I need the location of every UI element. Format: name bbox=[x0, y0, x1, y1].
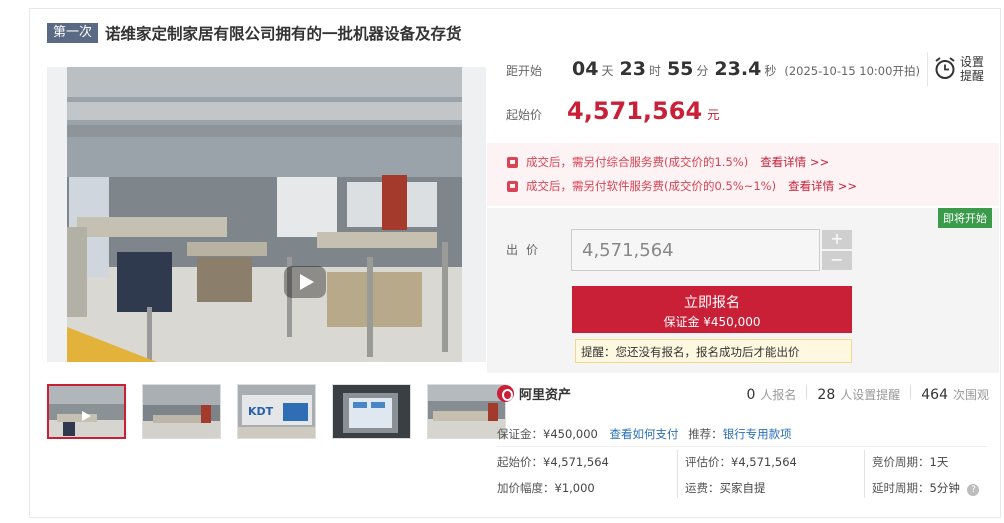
fee-line-service: 成交后，需另付综合服务费(成交价的1.5%) 查看详情 >> bbox=[507, 154, 829, 170]
signup-count: 0 bbox=[746, 387, 756, 403]
increase-bid-button[interactable]: + bbox=[822, 230, 852, 249]
countdown-label: 距开始 bbox=[506, 64, 543, 78]
reminder-count: 28 bbox=[817, 387, 836, 403]
fee-icon bbox=[507, 180, 518, 192]
countdown-days: 04 bbox=[572, 58, 599, 80]
reminder-count-label: 人设置提醒 bbox=[840, 388, 901, 402]
how-to-pay-link[interactable]: 查看如何支付 bbox=[610, 427, 679, 441]
bank-account-link[interactable]: 银行专用款项 bbox=[723, 427, 792, 441]
divider bbox=[806, 385, 808, 399]
recommend-key: 推荐： bbox=[688, 427, 723, 441]
play-video-button[interactable] bbox=[284, 266, 326, 298]
platform-brand: 阿里资产 bbox=[497, 384, 571, 403]
delay-key: 延时周期： bbox=[872, 481, 930, 495]
reminder-label-2: 提醒 bbox=[960, 69, 985, 83]
start-price: 起始价 4,571,564 元 bbox=[506, 97, 720, 125]
countdown-seconds-unit: 秒 bbox=[764, 64, 777, 78]
thumbnail-4[interactable] bbox=[332, 384, 411, 439]
start-price-label: 起始价 bbox=[506, 108, 543, 122]
reminder-label-1: 设置 bbox=[960, 55, 985, 69]
cycle-info: 竞价周期：1天 bbox=[872, 454, 948, 470]
countdown-hours: 23 bbox=[619, 58, 646, 80]
view-count-label: 次围观 bbox=[952, 388, 989, 402]
start-price-val: ¥4,571,564 bbox=[543, 455, 609, 469]
auction-stats: 0 人报名 28 人设置提醒 464 次围观 bbox=[746, 385, 989, 403]
shipping-val: 买家自提 bbox=[719, 481, 766, 495]
title-row: 第一次 诺维家定制家居有限公司拥有的一批机器设备及存货 bbox=[47, 22, 462, 44]
page-title: 诺维家定制家居有限公司拥有的一批机器设备及存货 bbox=[105, 25, 462, 43]
fee-text: 成交后，需另付综合服务费(成交价的1.5%) bbox=[526, 155, 749, 169]
bid-amount-input[interactable] bbox=[571, 229, 820, 271]
signup-button[interactable]: 立即报名 保证金 ¥450,000 bbox=[572, 286, 852, 333]
start-price-key: 起始价： bbox=[497, 455, 543, 469]
countdown: 距开始 04 天 23 时 55 分 23.4 秒 (2025-10-15 10… bbox=[506, 58, 920, 80]
divider bbox=[864, 450, 865, 498]
start-price-info: 起始价：¥4,571,564 bbox=[497, 454, 609, 470]
thumbnail-3[interactable]: KDT bbox=[237, 384, 316, 439]
appraisal-info: 评估价：¥4,571,564 bbox=[685, 454, 797, 470]
fee-text: 成交后，需另付软件服务费(成交价的0.5%~1%) bbox=[526, 179, 777, 193]
deposit-key: 保证金： bbox=[497, 427, 543, 441]
countdown-seconds: 23.4 bbox=[714, 58, 762, 80]
deposit-value: ¥450,000 bbox=[543, 427, 598, 441]
appraisal-key: 评估价： bbox=[685, 455, 731, 469]
countdown-hours-unit: 时 bbox=[648, 64, 661, 78]
signup-label: 立即报名 bbox=[684, 295, 740, 311]
divider bbox=[910, 385, 912, 399]
shipping-info: 运费：买家自提 bbox=[685, 480, 766, 496]
fee-notice: 成交后，需另付综合服务费(成交价的1.5%) 查看详情 >> 成交后，需另付软件… bbox=[487, 143, 999, 206]
signup-tip: 提醒：您还没有报名，报名成功后才能出价 bbox=[575, 339, 852, 363]
thumbnail-5[interactable] bbox=[427, 384, 506, 439]
fee-detail-link[interactable]: 查看详情 >> bbox=[760, 154, 829, 170]
fee-icon bbox=[507, 156, 518, 168]
delay-val: 5分钟 bbox=[929, 481, 960, 495]
main-image[interactable] bbox=[47, 67, 486, 362]
decrease-bid-button[interactable]: − bbox=[822, 251, 852, 270]
platform-name: 阿里资产 bbox=[519, 388, 572, 403]
svg-text:KDT: KDT bbox=[248, 405, 274, 418]
increment-val: ¥1,000 bbox=[554, 481, 595, 495]
view-count: 464 bbox=[921, 387, 948, 403]
divider bbox=[497, 446, 987, 447]
bid-label: 出价 bbox=[506, 243, 547, 257]
thumbnail-2[interactable] bbox=[142, 384, 221, 439]
thumbnail-1[interactable] bbox=[47, 384, 126, 439]
bid-panel: 即将开始 出价 + − 立即报名 保证金 ¥450,000 提醒：您还没有报名，… bbox=[487, 208, 999, 373]
start-price-value: 4,571,564 bbox=[567, 97, 703, 125]
help-icon[interactable]: ? bbox=[967, 484, 980, 496]
signup-count-label: 人报名 bbox=[760, 388, 797, 402]
cycle-key: 竞价周期： bbox=[872, 455, 930, 469]
auction-start-time: (2025-10-15 10:00开拍) bbox=[784, 64, 920, 78]
countdown-minutes-unit: 分 bbox=[696, 64, 709, 78]
cycle-val: 1天 bbox=[929, 455, 949, 469]
alarm-clock-icon bbox=[934, 56, 956, 83]
start-price-unit: 元 bbox=[707, 107, 720, 122]
fee-line-software: 成交后，需另付软件服务费(成交价的0.5%~1%) 查看详情 >> bbox=[507, 178, 857, 194]
countdown-minutes: 55 bbox=[666, 58, 694, 80]
thumbnail-strip: KDT bbox=[47, 384, 522, 439]
status-badge: 即将开始 bbox=[938, 208, 992, 228]
increment-info: 加价幅度：¥1,000 bbox=[497, 480, 595, 496]
round-badge: 第一次 bbox=[47, 23, 99, 43]
appraisal-val: ¥4,571,564 bbox=[731, 455, 797, 469]
delay-info: 延时周期：5分钟 ? bbox=[872, 480, 980, 496]
alibaba-logo-icon bbox=[497, 385, 514, 402]
shipping-key: 运费： bbox=[685, 481, 720, 495]
deposit-info: 保证金：¥450,000 查看如何支付 推荐：银行专用款项 bbox=[497, 426, 792, 442]
deposit-label: 保证金 ¥450,000 bbox=[663, 315, 761, 329]
increment-key: 加价幅度： bbox=[497, 481, 555, 495]
countdown-days-unit: 天 bbox=[601, 64, 614, 78]
set-reminder-button[interactable]: 设置 提醒 bbox=[927, 52, 987, 86]
fee-detail-link[interactable]: 查看详情 >> bbox=[788, 178, 857, 194]
divider bbox=[677, 450, 678, 498]
